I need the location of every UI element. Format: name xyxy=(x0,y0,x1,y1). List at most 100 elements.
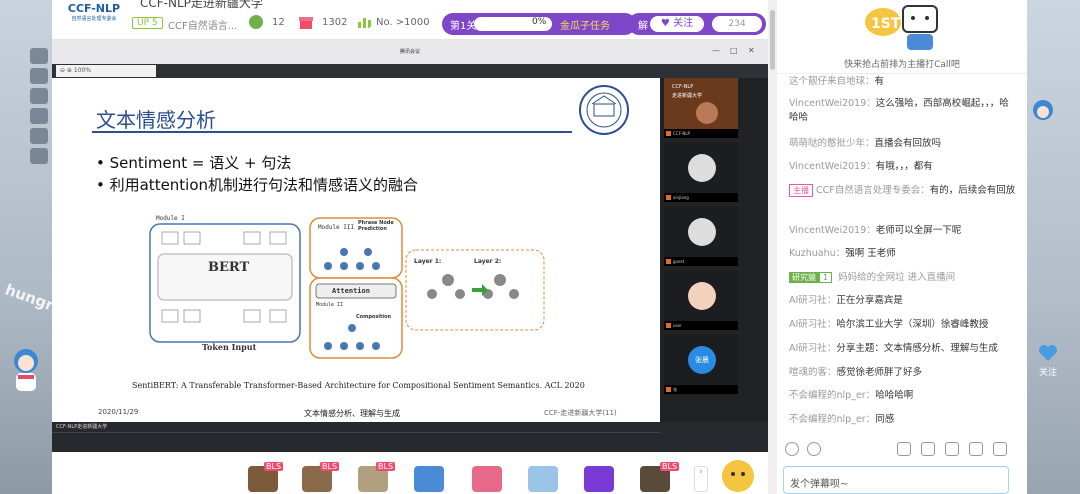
logo-subtitle: 自然语言处理专委会 xyxy=(71,16,117,22)
chat-user[interactable]: 不会编程的nlp_er xyxy=(789,390,866,401)
follow-count: 234 xyxy=(712,16,762,32)
page-scrollbar[interactable] xyxy=(768,0,777,494)
chat-text: 直播会有回放吗 xyxy=(874,138,942,149)
avatar xyxy=(688,154,716,182)
logo: CCF-NLP 自然语言处理专委会 xyxy=(66,2,122,22)
task-label: 第1关 xyxy=(450,21,477,32)
chat-user[interactable]: 这个靓仔来自地球 xyxy=(789,76,865,87)
task-percent: 0% xyxy=(532,17,547,27)
chat-user[interactable]: AI研习社 xyxy=(789,343,827,354)
screen-icon[interactable] xyxy=(921,442,935,456)
participant-tile[interactable]: 张晨 张 xyxy=(664,334,738,394)
chat-text: 老师可以全屏一下呢 xyxy=(875,225,962,236)
scroll-thumb[interactable] xyxy=(770,10,775,70)
gift-item-icon[interactable] xyxy=(472,466,502,492)
gift-item-icon[interactable] xyxy=(528,466,558,492)
chat-message: 萌萌哒的憨批少年：直播会有回放吗 xyxy=(789,138,942,149)
chat-banner: 1ST 快来抢占前排为主播打Call吧 xyxy=(777,0,1027,74)
mascot-icon[interactable] xyxy=(720,458,756,494)
chat-user[interactable]: 萌萌哒的憨批少年 xyxy=(789,138,865,149)
zoom-value: 100% xyxy=(73,67,92,74)
rank-icon xyxy=(358,18,371,28)
meeting-titlebar: 腾讯会议 — □ ✕ xyxy=(52,40,768,64)
toolbar-icon[interactable] xyxy=(30,68,48,84)
rank-text: No. >1000 xyxy=(376,17,430,28)
org-name[interactable]: CCF自然语言... xyxy=(168,17,237,32)
chat-message: Kuzhuahu：强啊 王老师 xyxy=(789,248,896,259)
chat-user[interactable]: CCF自然语言处理专委会 xyxy=(816,185,920,196)
participant-tile[interactable]: CCF-NLP 走进新疆大学 CCF-NLP xyxy=(664,78,738,138)
logo-title: CCF-NLP xyxy=(67,2,121,15)
banner-text: 快来抢占前排为主播打Call吧 xyxy=(844,60,960,70)
diagram-attention: Attention xyxy=(332,287,370,295)
toolbar-icon[interactable] xyxy=(30,148,48,164)
chat-user[interactable]: 不会编程的nlp_er xyxy=(789,414,866,425)
gift-panel-icon[interactable] xyxy=(945,442,959,456)
stream-title: CCF-NLP走进新疆大学 xyxy=(140,0,263,10)
up-badge[interactable]: UP 5 xyxy=(132,17,163,29)
participant-tile[interactable]: xinjiang xyxy=(664,142,738,202)
chat-text: 感觉徐老师胖了好多 xyxy=(836,367,923,378)
medal-level: 1 xyxy=(819,272,833,283)
tile-label: user xyxy=(664,321,738,330)
chat-user[interactable]: VincentWei2019 xyxy=(789,98,866,109)
task-progress[interactable]: 第1关 0% 金瓜子任务 xyxy=(442,13,636,35)
minimize-icon[interactable]: — xyxy=(712,46,720,55)
chat-user[interactable]: Kuzhuahu xyxy=(789,248,836,259)
gift-icon xyxy=(299,17,313,29)
jie-label: 解 xyxy=(638,21,648,32)
meeting-title: 腾讯会议 xyxy=(400,49,421,55)
settings-icon[interactable] xyxy=(897,442,911,456)
participant-tile[interactable]: user xyxy=(664,270,738,330)
chat-user[interactable]: VincentWei2019 xyxy=(789,225,866,236)
gift-item-icon[interactable] xyxy=(584,466,614,492)
more-icon[interactable] xyxy=(993,442,1007,456)
chat-message: AI研习社：哈尔滨工业大学（深圳）徐睿峰教授 xyxy=(789,319,989,330)
chat-message: 这个靓仔来自地球：有 xyxy=(789,76,885,87)
chat-text: 进入直播间 xyxy=(907,272,956,283)
diagram-module2: Module II xyxy=(316,302,344,308)
chat-user[interactable]: AI研习社 xyxy=(789,295,827,306)
chat-message: AI研习社：正在分享嘉宾是 xyxy=(789,295,903,306)
toolbar-icon[interactable] xyxy=(30,88,48,104)
gift-scroll-button[interactable]: › xyxy=(694,466,708,492)
side-follow-button[interactable]: 关注 xyxy=(1034,344,1062,378)
diagram-layer1: Layer 1: xyxy=(414,258,442,265)
chat-message: AI研习社：分享主题：文本情感分析、理解与生成 xyxy=(789,343,998,354)
close-icon[interactable]: ✕ xyxy=(748,46,755,55)
participant-tile[interactable]: guest xyxy=(664,206,738,266)
chat-user[interactable]: AI研习社 xyxy=(789,319,827,330)
chat-toolbar xyxy=(777,438,1027,462)
follow-group: 解 ♥ 关注 234 xyxy=(628,13,766,35)
video-bottom-bar: CCF-NLP走进新疆大学 xyxy=(52,422,768,452)
bottom-label: CCF-NLP走进新疆大学 xyxy=(56,424,108,430)
emoji-icon[interactable] xyxy=(785,442,799,456)
right-background xyxy=(1027,0,1080,494)
diagram-module3: Module III xyxy=(318,224,355,231)
slide-title: 文本情感分析 xyxy=(96,108,216,132)
mascot-girl-icon xyxy=(14,349,38,391)
gift-item-icon[interactable] xyxy=(414,466,444,492)
toolbar-icon[interactable] xyxy=(30,108,48,124)
chat-text: 哈哈哈啊 xyxy=(875,390,914,401)
diagram-bert: BERT xyxy=(208,260,250,275)
video-player[interactable]: 腾讯会议 — □ ✕ ⊖ ⊕ 100% 文本情感分析 • Sentiment =… xyxy=(52,40,768,452)
speaker-face xyxy=(696,102,718,124)
danmaku-input[interactable]: 发个弹幕呗~ xyxy=(783,466,1009,494)
zoom-control[interactable]: ⊖ ⊕ 100% xyxy=(56,65,156,77)
toolbar-icon[interactable] xyxy=(30,128,48,144)
follow-button[interactable]: ♥ 关注 xyxy=(650,16,704,32)
chat-user[interactable]: 喧魂的客 xyxy=(789,367,827,378)
fan-icon xyxy=(249,15,263,29)
chat-user[interactable]: VincentWei2019 xyxy=(789,161,866,172)
maximize-icon[interactable]: □ xyxy=(730,46,738,55)
palette-icon[interactable] xyxy=(807,442,821,456)
message-icon[interactable] xyxy=(969,442,983,456)
slide-page: CCF-走进新疆大学(11) xyxy=(544,409,617,417)
chat-message: 主播 CCF自然语言处理专委会：有的，后续会有回放 xyxy=(789,184,1017,198)
chat-user[interactable]: 妈妈给的全网垃 xyxy=(838,272,905,283)
toolbar-icon[interactable] xyxy=(30,48,48,64)
diagram-token-input: Token Input xyxy=(202,342,257,352)
task-reward: 金瓜子任务 xyxy=(560,21,610,32)
chat-message: 喧魂的客：感觉徐老师胖了好多 xyxy=(789,367,923,378)
